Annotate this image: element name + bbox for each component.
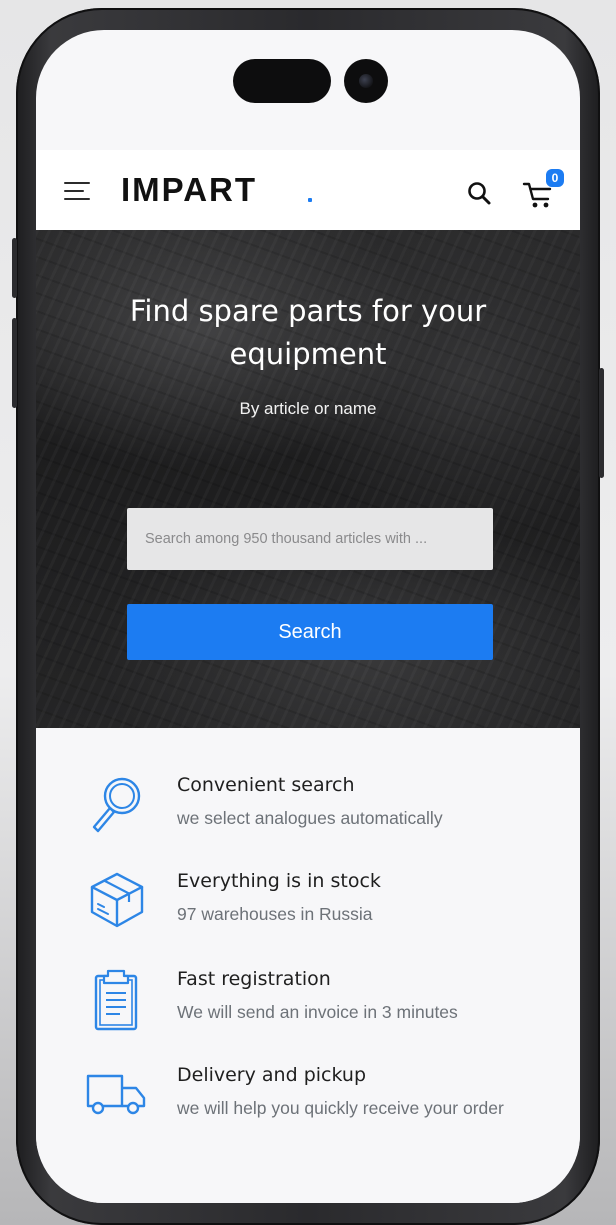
clipboard-icon <box>84 966 150 1032</box>
feature-description: 97 warehouses in Russia <box>177 904 373 924</box>
search-icon[interactable] <box>466 180 494 208</box>
site-logo[interactable]: IMPART <box>121 170 257 210</box>
menu-icon[interactable] <box>64 182 92 200</box>
cart-icon[interactable]: 0 <box>522 169 564 210</box>
feature-description: we will help you quickly receive your or… <box>177 1098 504 1118</box>
phone-frame: IMPART 0 Find spare parts for your equip… <box>12 8 604 1225</box>
truck-icon <box>84 1062 150 1128</box>
feature-item: Delivery and pickup we will help you qui… <box>36 1062 580 1152</box>
feature-item: Fast registration We will send an invoic… <box>36 966 580 1056</box>
box-icon <box>84 868 150 934</box>
feature-title: Fast registration <box>177 968 331 990</box>
side-button-left-1 <box>12 238 17 298</box>
logo-dot <box>308 198 312 202</box>
magnifier-icon <box>84 772 150 838</box>
cart-count-badge: 0 <box>546 169 564 187</box>
features-list: Convenient search we select analogues au… <box>36 728 580 1203</box>
search-input[interactable] <box>127 508 493 570</box>
feature-description: we select analogues automatically <box>177 808 443 828</box>
search-button[interactable]: Search <box>127 604 493 660</box>
side-button-right <box>599 368 604 478</box>
feature-title: Delivery and pickup <box>177 1064 366 1086</box>
feature-description: We will send an invoice in 3 minutes <box>177 1002 458 1022</box>
hero-banner: Find spare parts for your equipment By a… <box>36 230 580 728</box>
feature-title: Convenient search <box>177 774 355 796</box>
front-camera <box>344 59 388 103</box>
hero-title: Find spare parts for your equipment <box>129 294 487 371</box>
feature-item: Everything is in stock 97 warehouses in … <box>36 868 580 958</box>
site-header: IMPART 0 <box>36 150 580 230</box>
phone-screen: IMPART 0 Find spare parts for your equip… <box>36 30 580 1203</box>
hero-subtitle: By article or name <box>239 399 377 418</box>
feature-item: Convenient search we select analogues au… <box>36 772 580 862</box>
dynamic-island <box>233 59 331 103</box>
feature-title: Everything is in stock <box>177 870 381 892</box>
side-button-left-2 <box>12 318 17 408</box>
